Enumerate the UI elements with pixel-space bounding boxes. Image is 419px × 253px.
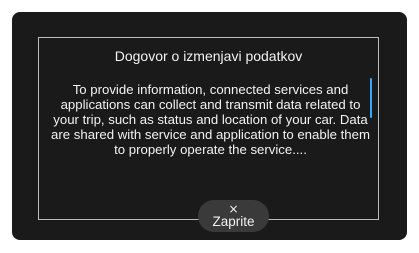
close-button[interactable]: × Zaprite bbox=[198, 200, 269, 232]
screen: Dogovor o izmenjavi podatkov To provide … bbox=[12, 12, 407, 240]
dialog-body-text: To provide information, connected servic… bbox=[51, 82, 370, 157]
scrollbar[interactable] bbox=[370, 78, 372, 118]
dialog-title: Dogovor o izmenjavi podatkov bbox=[114, 48, 303, 64]
close-button-label: Zaprite bbox=[212, 214, 255, 229]
data-sharing-dialog: Dogovor o izmenjavi podatkov To provide … bbox=[38, 37, 379, 232]
